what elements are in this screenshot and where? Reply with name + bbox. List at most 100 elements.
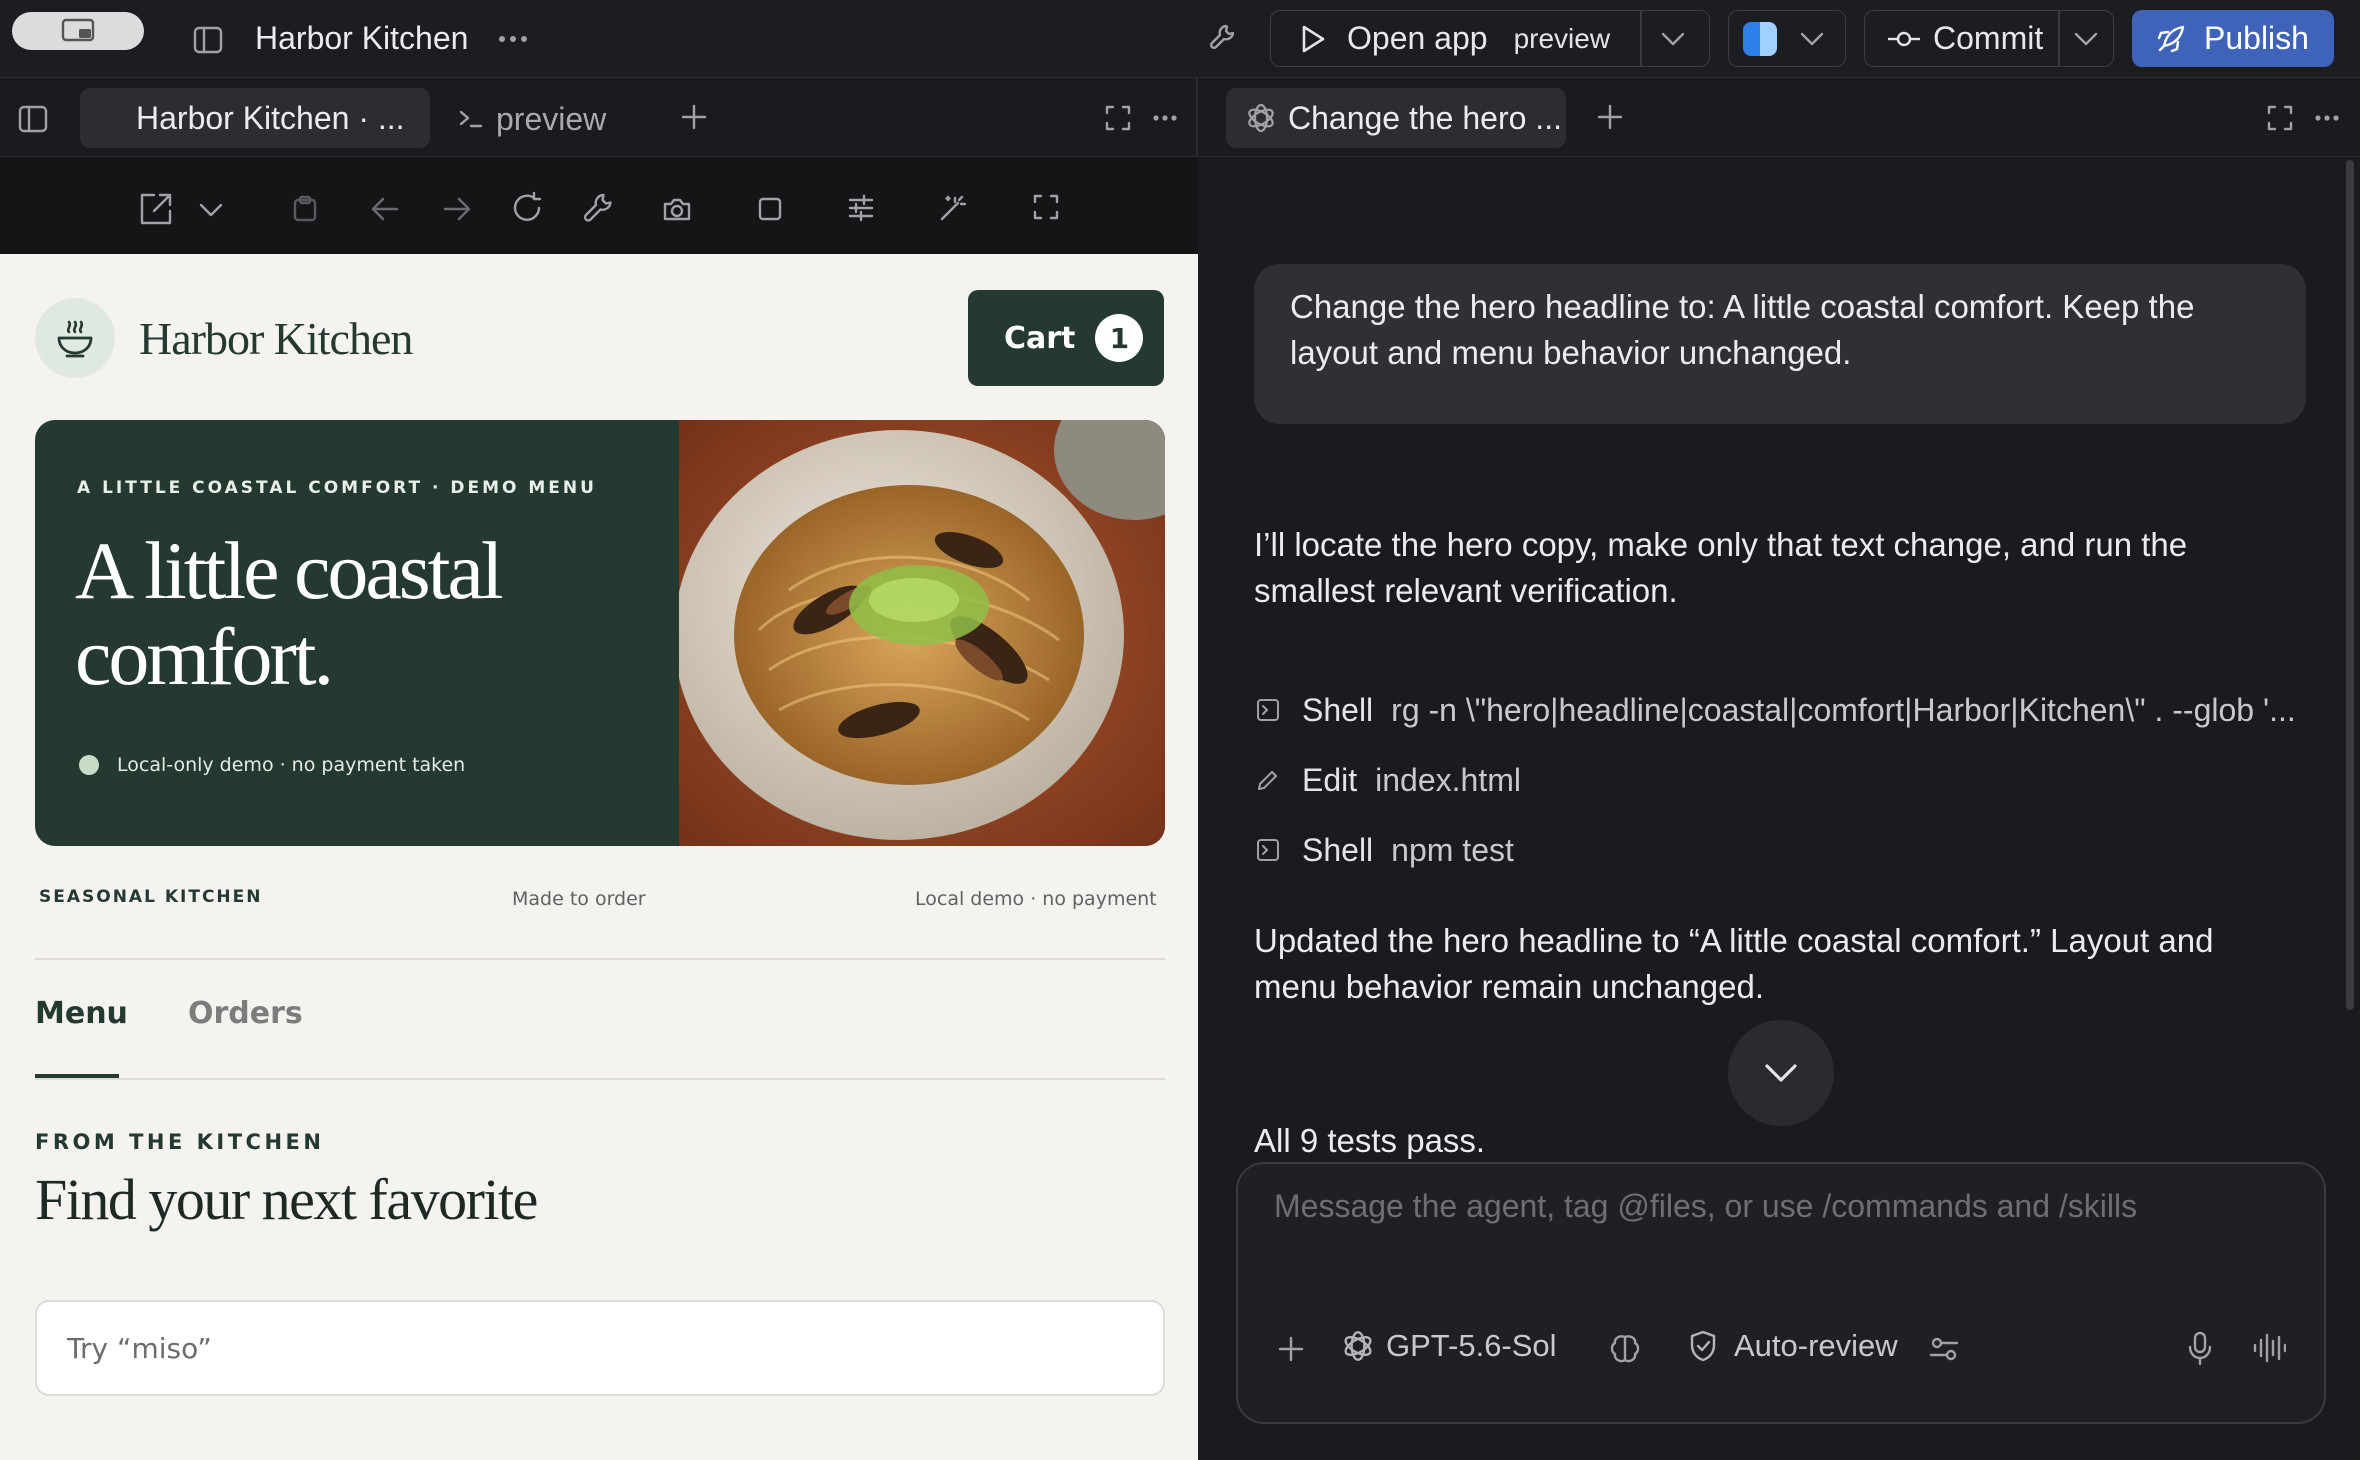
website-preview: Harbor Kitchen Cart 1 A LITTLE COASTAL C…: [0, 254, 1198, 1460]
window-switcher-button[interactable]: [12, 12, 144, 50]
tab-harbor-kitchen[interactable]: Harbor Kitchen · ...: [80, 88, 430, 148]
chevron-down-icon[interactable]: [1660, 30, 1686, 48]
chevron-down-icon[interactable]: [198, 201, 224, 219]
hero-headline-line: A little coastal: [75, 525, 504, 616]
more-icon[interactable]: [498, 34, 528, 44]
open-app-label: Open app: [1347, 20, 1488, 56]
chevron-down-icon: [1765, 1064, 1797, 1082]
divider: [35, 958, 1165, 960]
sliders-icon[interactable]: [846, 193, 876, 223]
fullscreen-icon[interactable]: [1104, 104, 1132, 132]
publish-label: Publish: [2204, 20, 2309, 56]
hero-note: Local-only demo · no payment taken: [79, 754, 465, 776]
wrench-icon[interactable]: [582, 191, 616, 225]
message-input[interactable]: Message the agent, tag @files, or use /c…: [1274, 1188, 2284, 1248]
camera-icon[interactable]: [662, 195, 692, 223]
hero-headline-line: comfort.: [75, 611, 334, 702]
chevron-down-icon[interactable]: [2073, 30, 2099, 48]
play-icon: [1302, 25, 1325, 52]
agent-message: I’ll locate the hero copy, make only tha…: [1254, 526, 2188, 609]
scroll-to-bottom-button[interactable]: [1728, 1020, 1834, 1126]
status-dot: [79, 755, 99, 775]
composer: Message the agent, tag @files, or use /c…: [1236, 1162, 2326, 1424]
tool-call-arg: rg -n \"hero|headline|coastal|comfort|Ha…: [1391, 691, 2296, 728]
add-tab-icon[interactable]: [1596, 103, 1624, 131]
reload-icon[interactable]: [510, 191, 544, 225]
add-tab-icon[interactable]: [680, 103, 708, 131]
section-eyebrow: FROM THE KITCHEN: [35, 1130, 325, 1154]
tab-menu[interactable]: Menu: [35, 996, 128, 1078]
browser-toolbar: [0, 156, 1198, 254]
publish-button[interactable]: Publish: [2132, 10, 2334, 67]
window-icon: [61, 18, 95, 42]
tab-label: Harbor Kitchen · ...: [136, 99, 405, 136]
search-placeholder: Try “miso”: [67, 1331, 212, 1365]
scrollbar-thumb[interactable]: [2346, 160, 2354, 1010]
tab-terminal-preview[interactable]: preview: [458, 92, 606, 146]
brain-icon[interactable]: [1608, 1332, 1642, 1366]
wrench-icon[interactable]: [1208, 22, 1238, 52]
tab-label: Change the hero ...: [1288, 99, 1562, 136]
chevron-down-icon: [1800, 32, 1824, 45]
more-icon[interactable]: [2314, 113, 2340, 123]
voice-waveform-icon[interactable]: [2252, 1332, 2286, 1364]
tool-call-shell[interactable]: Shell rg -n \"hero|headline|coastal|comf…: [1256, 688, 2336, 732]
openai-icon: [1344, 1331, 1372, 1361]
tab-agent-thread[interactable]: Change the hero ...: [1226, 88, 1566, 148]
top-bar: Harbor Kitchen Open app preview Commit P…: [0, 0, 2360, 78]
hero-headline: A little coastal comfort.: [75, 525, 504, 702]
open-external-icon[interactable]: [138, 191, 174, 227]
tab-orders-label: Orders: [188, 996, 303, 1031]
commit-label: Commit: [1933, 20, 2044, 56]
bowl-icon: [57, 320, 93, 358]
info-left: SEASONAL KITCHEN: [39, 887, 263, 907]
open-app-button[interactable]: Open app preview: [1270, 10, 1710, 67]
model-selector[interactable]: GPT-5.6-Sol: [1340, 1328, 1557, 1364]
add-icon[interactable]: [1276, 1334, 1306, 1364]
tabs-border: [1200, 156, 2360, 157]
settings-sliders-icon[interactable]: [1928, 1334, 1960, 1364]
openai-icon: [1248, 103, 1274, 133]
sidebar-toggle-icon[interactable]: [18, 104, 48, 134]
model-label: GPT-5.6-Sol: [1386, 1328, 1557, 1363]
magic-wand-icon[interactable]: [938, 193, 968, 223]
tool-call-arg: npm test: [1391, 831, 1514, 868]
tool-call-type: Edit: [1302, 761, 1358, 798]
fullscreen-icon[interactable]: [1032, 193, 1060, 221]
agent-result: Updated the hero headline to “A little c…: [1254, 922, 2214, 1005]
forward-icon[interactable]: [442, 195, 472, 223]
open-app-target: preview: [1513, 22, 1611, 54]
shield-check-icon: [1690, 1330, 1716, 1362]
commit-icon: [1888, 31, 1920, 46]
stop-icon[interactable]: [756, 195, 784, 223]
rocket-icon: [2157, 25, 2185, 52]
sidebar-toggle-icon[interactable]: [193, 25, 223, 55]
project-title: Harbor Kitchen: [255, 20, 469, 56]
terminal-icon: [459, 110, 483, 128]
finder-icon: [1743, 21, 1777, 56]
cart-label: Cart: [1004, 320, 1076, 356]
more-icon[interactable]: [1152, 113, 1178, 123]
finder-button[interactable]: [1728, 10, 1846, 67]
microphone-icon[interactable]: [2186, 1330, 2214, 1366]
search-input[interactable]: Try “miso”: [35, 1300, 1165, 1396]
tool-call-arg: index.html: [1375, 761, 1521, 798]
tab-orders[interactable]: Orders: [188, 996, 303, 1031]
terminal-box-icon: [1257, 699, 1279, 721]
pencil-icon: [1258, 771, 1277, 790]
tool-call-shell[interactable]: Shell npm test: [1256, 828, 1514, 872]
agent-pane: Change the hero ... Change the hero head…: [1200, 78, 2360, 1460]
cart-button[interactable]: Cart 1: [968, 290, 1164, 386]
brand-name[interactable]: Harbor Kitchen: [139, 312, 413, 365]
back-icon[interactable]: [370, 195, 400, 223]
auto-review-toggle[interactable]: Auto-review: [1688, 1328, 1898, 1364]
tab-label: preview: [496, 100, 607, 137]
user-message: Change the hero headline to: A little co…: [1254, 264, 2306, 424]
fullscreen-icon[interactable]: [2266, 104, 2294, 132]
review-label: Auto-review: [1734, 1328, 1898, 1363]
clipboard-icon[interactable]: [292, 195, 318, 223]
tabs-divider: [35, 1078, 1165, 1080]
tool-call-edit[interactable]: Edit index.html: [1256, 758, 1521, 802]
message-placeholder: Message the agent, tag @files, or use /c…: [1274, 1188, 2138, 1224]
hero-image: [679, 420, 1165, 846]
